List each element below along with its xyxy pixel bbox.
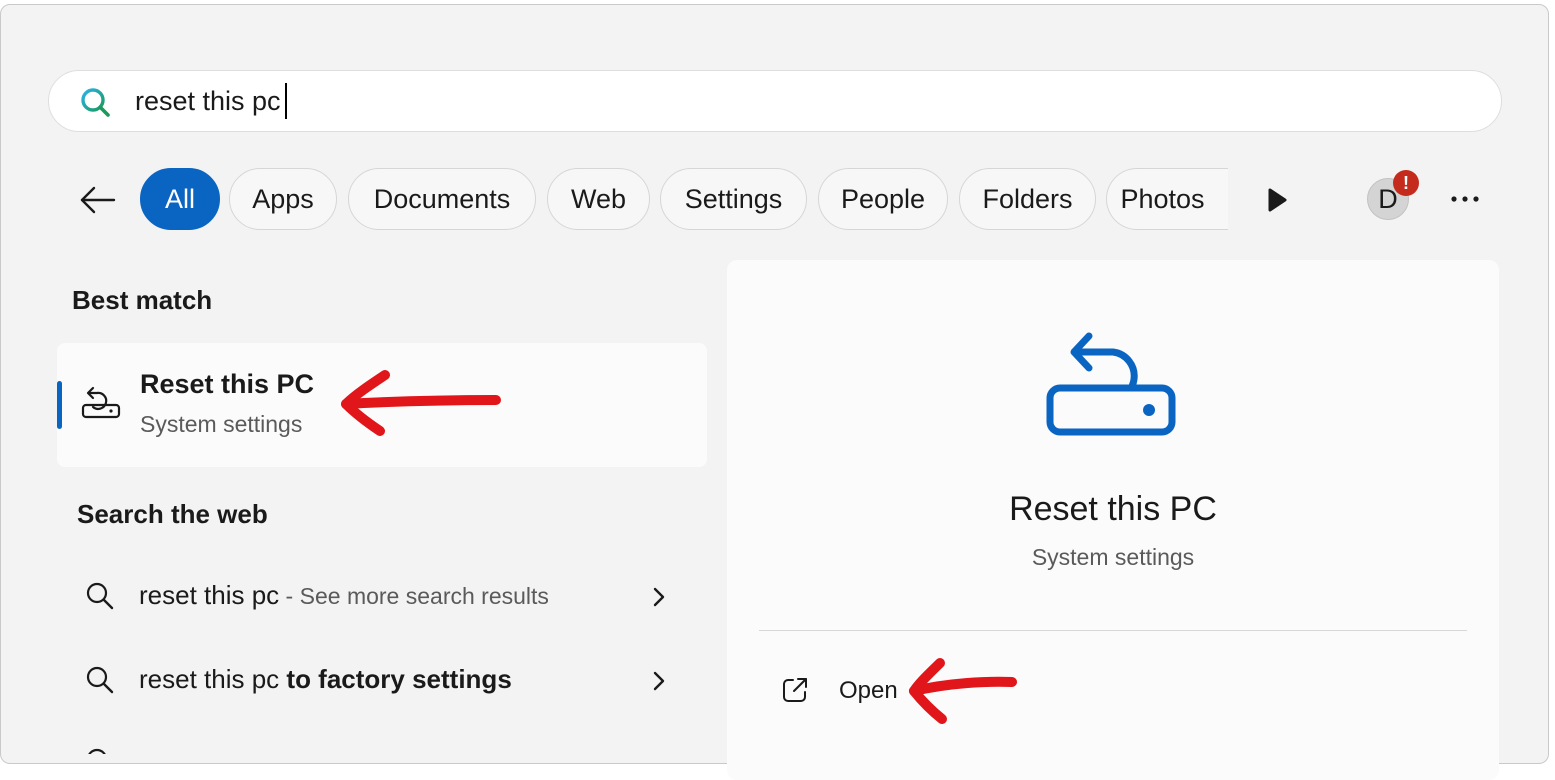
search-icon (86, 666, 114, 694)
annotation-arrow (341, 370, 501, 436)
more-ellipsis-icon[interactable] (1448, 186, 1482, 212)
chevron-right-icon (653, 587, 665, 607)
alert-badge: ! (1393, 170, 1419, 196)
web-result-text: reset this pc - See more search results (139, 580, 549, 611)
search-icon (81, 88, 110, 117)
web-result-row[interactable]: reset this pc to factory settings (76, 650, 696, 710)
play-more-icon[interactable] (1262, 184, 1292, 216)
reset-pc-large-icon (1046, 332, 1176, 436)
back-arrow-icon[interactable] (78, 180, 118, 220)
text-caret (285, 83, 287, 119)
filter-chip-all[interactable]: All (140, 168, 220, 230)
best-match-subtitle: System settings (140, 411, 303, 437)
open-label: Open (839, 677, 898, 704)
web-result-row[interactable]: reset this pc - See more search results (76, 566, 696, 626)
web-query-suggestion: to factory settings (286, 664, 512, 694)
selection-indicator (57, 381, 62, 429)
filter-chip-web[interactable]: Web (547, 168, 650, 230)
web-hint-separator: - (279, 583, 300, 609)
filter-chip-folders[interactable]: Folders (959, 168, 1096, 230)
open-external-icon (783, 678, 807, 702)
annotation-arrow (909, 658, 1017, 724)
best-match-heading: Best match (72, 285, 213, 315)
search-icon (88, 748, 106, 754)
filter-chip-photos[interactable]: Photos (1106, 168, 1228, 230)
search-input[interactable] (135, 81, 1435, 121)
filter-chip-documents[interactable]: Documents (348, 168, 536, 230)
chevron-right-icon (653, 671, 665, 691)
search-box[interactable] (48, 70, 1502, 132)
filter-chip-apps[interactable]: Apps (229, 168, 337, 230)
result-detail-pane: Reset this PC System settings Open (727, 260, 1499, 780)
divider (759, 630, 1467, 631)
detail-subtitle: System settings (1031, 544, 1195, 570)
detail-title: Reset this PC (1009, 490, 1217, 528)
web-query: reset this pc (139, 664, 280, 694)
web-result-row-partial[interactable] (76, 734, 696, 754)
filter-chip-settings[interactable]: Settings (660, 168, 807, 230)
web-query: reset this pc (139, 580, 280, 610)
web-hint: See more search results (299, 583, 549, 609)
reset-pc-icon (81, 386, 121, 419)
web-result-text: reset this pc to factory settings (139, 664, 512, 695)
filter-chip-people[interactable]: People (818, 168, 948, 230)
search-icon (86, 582, 114, 610)
best-match-title: Reset this PC (140, 369, 315, 399)
search-web-heading: Search the web (77, 499, 268, 529)
